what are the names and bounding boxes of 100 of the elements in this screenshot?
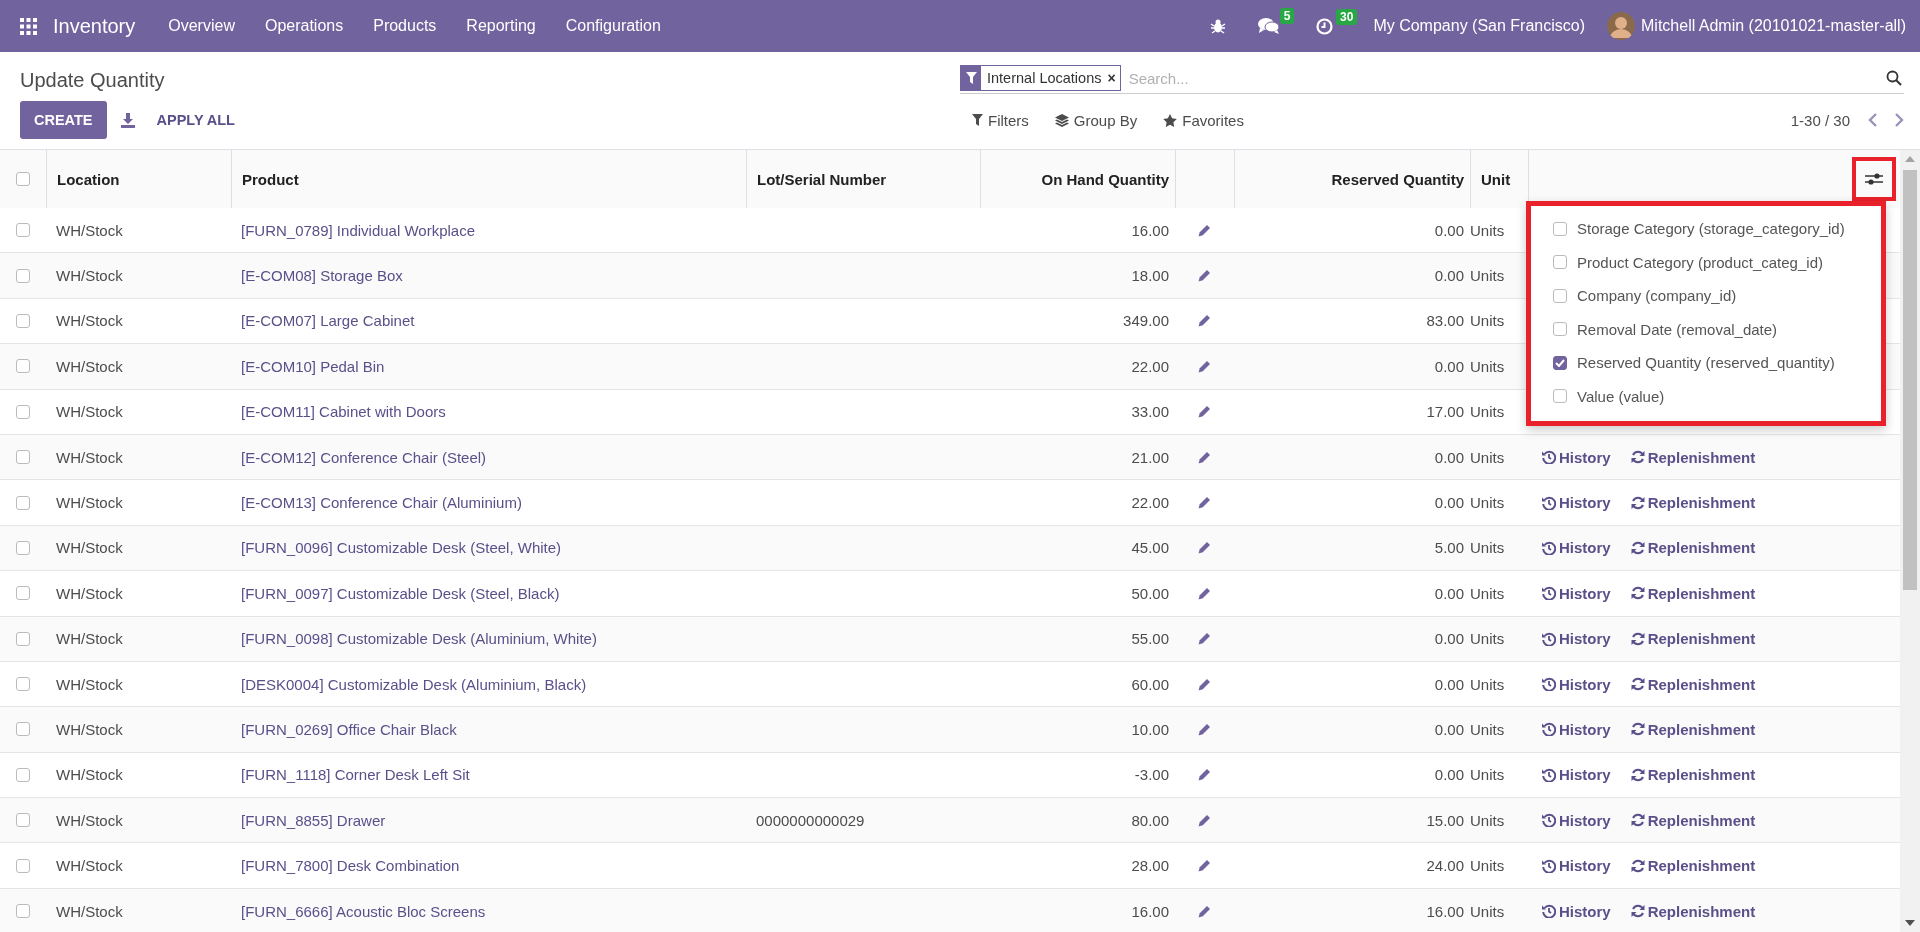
replenishment-button[interactable]: Replenishment bbox=[1630, 766, 1756, 784]
history-button[interactable]: History bbox=[1542, 494, 1611, 512]
favorites-button[interactable]: Favorites bbox=[1163, 111, 1244, 129]
history-button[interactable]: History bbox=[1542, 448, 1611, 466]
avatar-icon[interactable] bbox=[1607, 12, 1635, 40]
menu-item[interactable]: Reporting bbox=[451, 17, 551, 35]
download-icon[interactable] bbox=[120, 112, 135, 128]
product-link[interactable]: [E-COM08] Storage Box bbox=[231, 267, 746, 285]
menu-item[interactable]: Overview bbox=[153, 17, 250, 35]
replenishment-button[interactable]: Replenishment bbox=[1630, 811, 1756, 829]
pencil-icon[interactable] bbox=[1198, 359, 1211, 373]
row-checkbox[interactable] bbox=[16, 586, 30, 601]
history-button[interactable]: History bbox=[1542, 675, 1611, 693]
pencil-icon[interactable] bbox=[1198, 723, 1211, 736]
row-checkbox[interactable] bbox=[16, 268, 30, 283]
search-icon[interactable] bbox=[1886, 70, 1902, 86]
product-link[interactable]: [E-COM07] Large Cabinet bbox=[231, 312, 746, 330]
product-link[interactable]: [FURN_0789] Individual Workplace bbox=[231, 221, 746, 239]
product-link[interactable]: [E-COM13] Conference Chair (Aluminium) bbox=[231, 494, 746, 512]
select-all-checkbox[interactable] bbox=[16, 172, 30, 186]
replenishment-button[interactable]: Replenishment bbox=[1630, 448, 1756, 466]
pencil-icon[interactable] bbox=[1198, 859, 1211, 873]
pencil-icon[interactable] bbox=[1198, 586, 1211, 600]
clock-icon[interactable] bbox=[1316, 17, 1334, 35]
row-checkbox[interactable] bbox=[16, 495, 30, 510]
column-header[interactable]: On Hand Quantity bbox=[980, 150, 1175, 208]
menu-item[interactable]: Products bbox=[358, 17, 452, 35]
row-checkbox[interactable] bbox=[16, 223, 30, 238]
scrollbar[interactable] bbox=[1900, 150, 1920, 932]
column-option[interactable]: Value (value) bbox=[1577, 387, 1665, 405]
replenishment-button[interactable]: Replenishment bbox=[1630, 584, 1756, 602]
product-link[interactable]: [DESK0004] Customizable Desk (Aluminium, Black) bbox=[231, 675, 746, 693]
chat-icon[interactable] bbox=[1258, 17, 1281, 35]
chevron-right-icon[interactable] bbox=[1894, 113, 1904, 127]
row-checkbox[interactable] bbox=[16, 540, 30, 555]
replenishment-button[interactable]: Replenishment bbox=[1630, 721, 1756, 738]
product-link[interactable]: [FURN_8855] Drawer bbox=[231, 811, 746, 829]
column-checkbox[interactable] bbox=[1553, 288, 1567, 303]
replenishment-button[interactable]: Replenishment bbox=[1630, 494, 1756, 512]
row-checkbox[interactable] bbox=[16, 313, 30, 328]
history-button[interactable]: History bbox=[1542, 811, 1611, 829]
user-menu[interactable]: Mitchell Admin (20101021-master-all) bbox=[1641, 17, 1906, 35]
column-option[interactable]: Reserved Quantity (reserved_quantity) bbox=[1577, 354, 1835, 372]
replenishment-button[interactable]: Replenishment bbox=[1630, 630, 1756, 648]
column-checkbox[interactable] bbox=[1553, 355, 1567, 370]
remove-facet-icon[interactable]: × bbox=[1107, 70, 1120, 86]
bug-icon[interactable] bbox=[1210, 18, 1227, 34]
column-option[interactable]: Storage Category (storage_category_id) bbox=[1577, 220, 1845, 238]
replenishment-button[interactable]: Replenishment bbox=[1630, 539, 1756, 557]
column-checkbox[interactable] bbox=[1553, 322, 1567, 337]
column-header[interactable]: Location bbox=[46, 150, 231, 208]
app-name[interactable]: Inventory bbox=[53, 14, 136, 38]
product-link[interactable]: [E-COM10] Pedal Bin bbox=[231, 357, 746, 375]
replenishment-button[interactable]: Replenishment bbox=[1630, 857, 1756, 875]
settings-icon[interactable] bbox=[1865, 172, 1883, 186]
column-checkbox[interactable] bbox=[1553, 255, 1567, 270]
history-button[interactable]: History bbox=[1542, 857, 1611, 875]
pencil-icon[interactable] bbox=[1198, 541, 1211, 555]
column-option[interactable]: Company (company_id) bbox=[1577, 287, 1737, 305]
row-checkbox[interactable] bbox=[16, 904, 30, 919]
row-checkbox[interactable] bbox=[16, 677, 30, 692]
menu-item[interactable]: Configuration bbox=[550, 17, 676, 35]
history-button[interactable]: History bbox=[1542, 539, 1611, 557]
history-button[interactable]: History bbox=[1542, 630, 1611, 648]
replenishment-button[interactable]: Replenishment bbox=[1630, 902, 1756, 920]
pencil-icon[interactable] bbox=[1198, 632, 1211, 646]
product-link[interactable]: [FURN_6666] Acoustic Bloc Screens bbox=[231, 902, 746, 920]
pencil-icon[interactable] bbox=[1198, 405, 1211, 419]
row-checkbox[interactable] bbox=[16, 813, 30, 828]
product-link[interactable]: [FURN_1118] Corner Desk Left Sit bbox=[231, 766, 746, 784]
pencil-icon[interactable] bbox=[1198, 768, 1211, 782]
history-button[interactable]: History bbox=[1542, 902, 1611, 920]
row-checkbox[interactable] bbox=[16, 450, 30, 465]
apps-grid-icon[interactable] bbox=[20, 17, 37, 35]
create-button[interactable]: CREATE bbox=[20, 101, 107, 139]
pencil-icon[interactable] bbox=[1198, 269, 1211, 283]
apply-all-button[interactable]: APPLY ALL bbox=[148, 112, 243, 128]
column-option[interactable]: Removal Date (removal_date) bbox=[1577, 320, 1778, 338]
pager-value[interactable]: 1-30 / 30 bbox=[1790, 111, 1850, 129]
product-link[interactable]: [FURN_0269] Office Chair Black bbox=[231, 721, 746, 738]
menu-item[interactable]: Operations bbox=[249, 17, 359, 35]
column-checkbox[interactable] bbox=[1553, 389, 1567, 404]
column-header[interactable]: Product bbox=[231, 150, 746, 208]
pencil-icon[interactable] bbox=[1198, 496, 1211, 510]
row-checkbox[interactable] bbox=[16, 631, 30, 646]
history-button[interactable]: History bbox=[1542, 584, 1611, 602]
history-button[interactable]: History bbox=[1542, 721, 1611, 738]
filters-button[interactable]: Filters bbox=[972, 111, 1029, 129]
product-link[interactable]: [FURN_0098] Customizable Desk (Aluminium, White) bbox=[231, 630, 746, 648]
product-link[interactable]: [FURN_7800] Desk Combination bbox=[231, 857, 746, 875]
pencil-icon[interactable] bbox=[1198, 677, 1211, 691]
row-checkbox[interactable] bbox=[16, 404, 30, 419]
column-option[interactable]: Product Category (product_categ_id) bbox=[1577, 253, 1823, 271]
product-link[interactable]: [FURN_0097] Customizable Desk (Steel, Black) bbox=[231, 584, 746, 602]
product-link[interactable]: [FURN_0096] Customizable Desk (Steel, White) bbox=[231, 539, 746, 557]
column-header[interactable]: Reserved Quantity bbox=[1234, 150, 1470, 208]
company-switcher[interactable]: My Company (San Francisco) bbox=[1357, 17, 1607, 35]
column-checkbox[interactable] bbox=[1553, 221, 1567, 236]
row-checkbox[interactable] bbox=[16, 359, 30, 374]
replenishment-button[interactable]: Replenishment bbox=[1630, 675, 1756, 693]
